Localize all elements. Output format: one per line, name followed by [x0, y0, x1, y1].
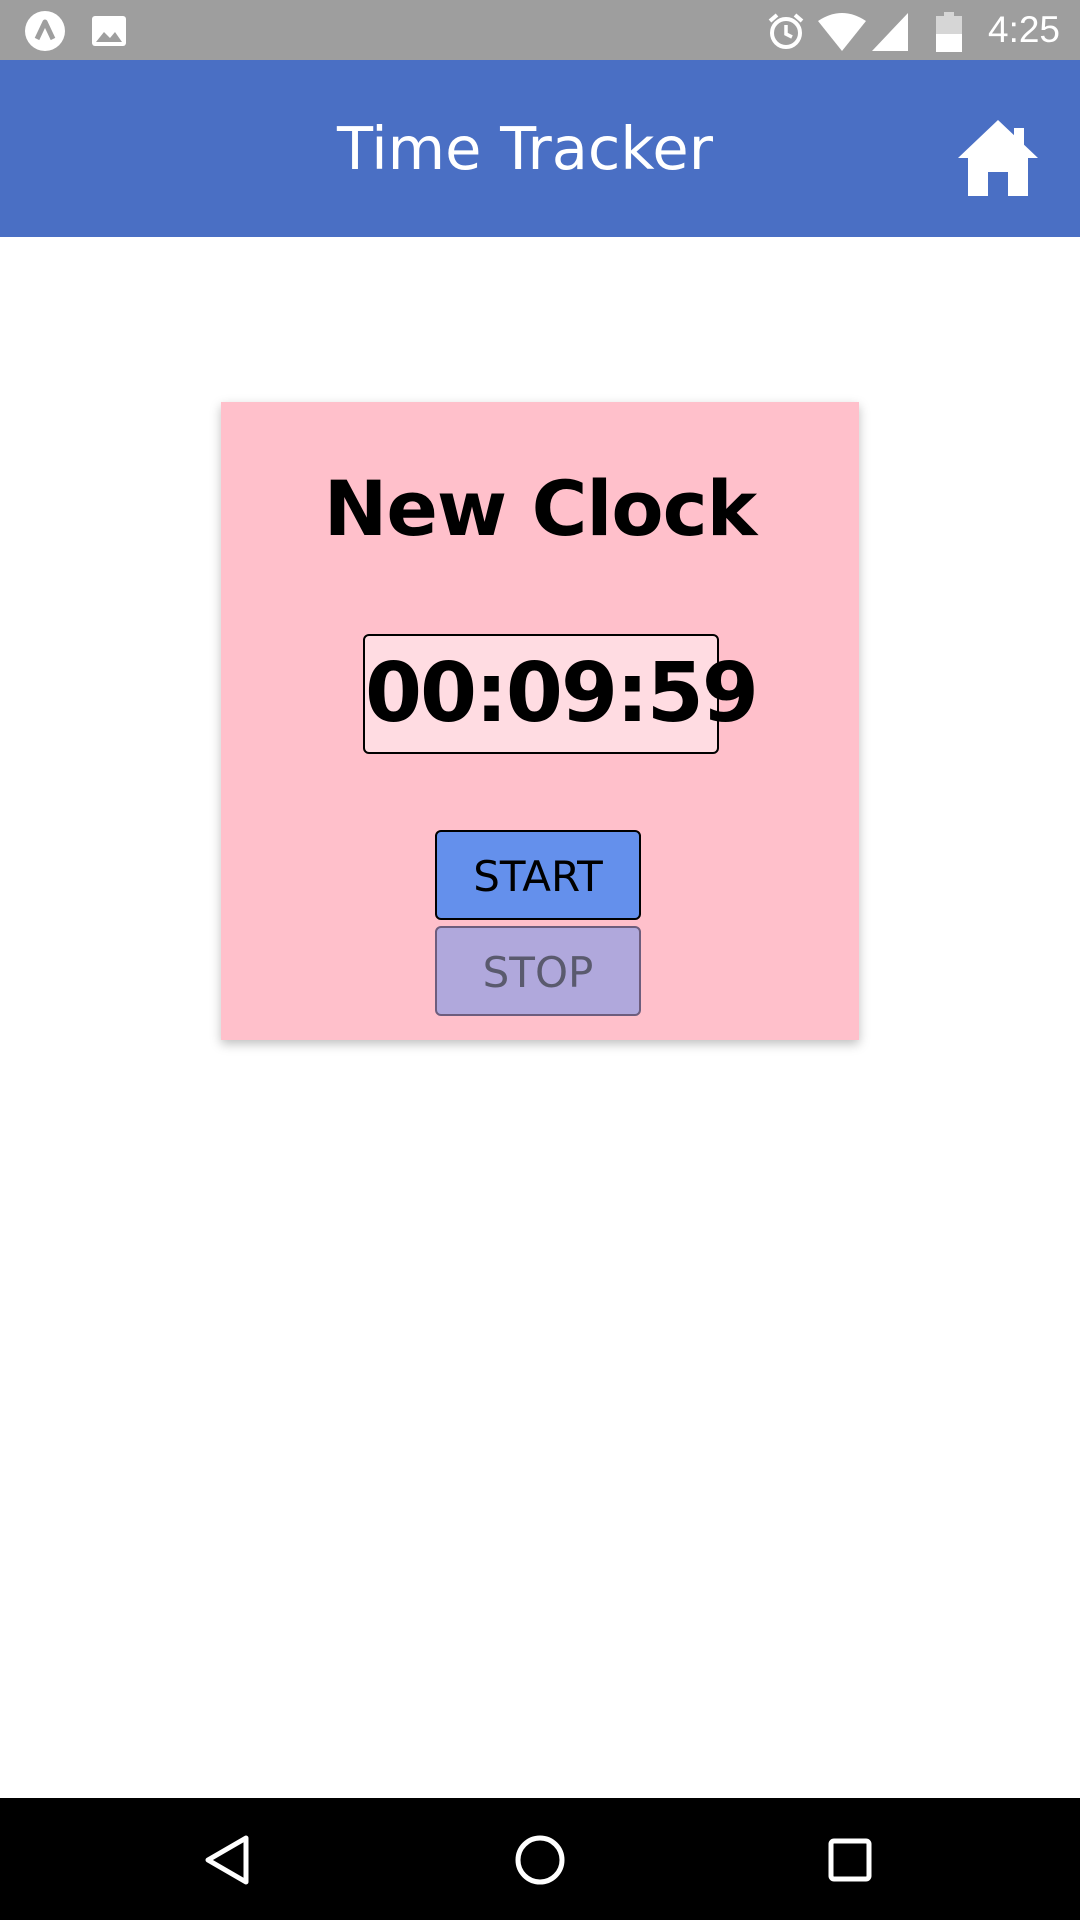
alarm-icon [766, 11, 806, 51]
start-button[interactable]: START [435, 830, 641, 920]
back-icon [205, 1835, 249, 1885]
stop-button[interactable]: STOP [435, 926, 641, 1016]
recents-icon [828, 1838, 872, 1882]
image-notification-icon [88, 10, 130, 52]
home-button[interactable] [948, 114, 1048, 204]
app-bar: Time Tracker [0, 60, 1080, 237]
clock-title: New Clock [323, 464, 757, 553]
navigation-bar [0, 1798, 1080, 1920]
nav-home-button[interactable] [508, 1828, 572, 1892]
time-display: 00:09:59 [363, 634, 759, 754]
status-time: 4:25 [988, 9, 1061, 50]
battery-icon [936, 12, 962, 52]
home-icon [958, 120, 1038, 196]
screen: 4:25 Time Tracker New Clock 00:09:59 STA… [0, 0, 1080, 1920]
wifi-icon [818, 13, 866, 51]
app-title: Time Tracker [337, 114, 713, 183]
home-circle-icon [515, 1835, 565, 1885]
nav-back-button[interactable] [196, 1828, 260, 1892]
status-bar: 4:25 [0, 0, 1080, 60]
clock-card: New Clock 00:09:59 START STOP [221, 402, 859, 1040]
nav-recents-button[interactable] [818, 1828, 882, 1892]
app-notification-icon [24, 10, 66, 52]
cell-signal-icon [872, 13, 908, 51]
